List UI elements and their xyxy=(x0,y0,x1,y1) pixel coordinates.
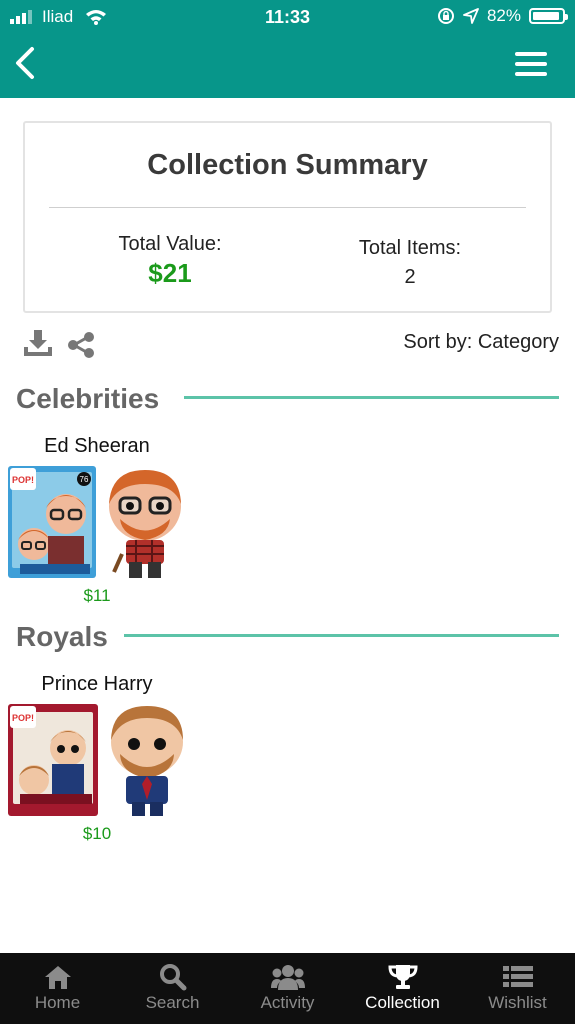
back-button[interactable] xyxy=(12,46,38,80)
category-divider xyxy=(124,634,559,637)
search-icon xyxy=(159,964,186,991)
menu-bar xyxy=(515,52,547,56)
tab-activity[interactable]: Activity xyxy=(230,953,345,1024)
svg-text:POP!: POP! xyxy=(12,713,34,723)
total-value: $21 xyxy=(148,258,192,288)
download-icon[interactable] xyxy=(23,329,53,357)
collection-item-ed-sheeran[interactable]: Ed Sheeran POP! 76 $11 xyxy=(8,435,186,606)
tab-wishlist[interactable]: Wishlist xyxy=(460,953,575,1024)
app-header: Iliad 11:33 82% xyxy=(0,0,575,98)
total-items-label: Total Items: xyxy=(358,237,462,259)
sort-by-control[interactable]: Sort by: Category xyxy=(403,331,559,354)
funko-box-and-figure-image: POP! xyxy=(8,704,183,816)
funko-box-and-figure-image: POP! 76 xyxy=(8,466,181,578)
collection-summary-card: Collection Summary Total Value: $21 Tota… xyxy=(23,121,552,313)
item-name: Prince Harry xyxy=(41,673,153,695)
item-price: $10 xyxy=(82,824,112,843)
tab-label: Collection xyxy=(365,993,440,1012)
tab-search[interactable]: Search xyxy=(115,953,230,1024)
item-images: POP! xyxy=(8,702,186,820)
category-heading-royals: Royals xyxy=(16,621,108,652)
battery-icon xyxy=(529,8,568,24)
box-number: 76 xyxy=(80,475,89,484)
svg-text:POP!: POP! xyxy=(12,475,34,485)
list-icon xyxy=(502,966,533,987)
divider xyxy=(49,207,526,208)
tab-label: Activity xyxy=(260,993,315,1012)
menu-bar xyxy=(515,72,547,76)
total-value-label: Total Value: xyxy=(118,233,222,255)
category-heading-celebrities: Celebrities xyxy=(16,383,160,414)
bottom-tab-bar: Home Search Activity Collection Wishlist xyxy=(0,953,575,1024)
home-icon xyxy=(44,966,71,989)
hamburger-menu-button[interactable] xyxy=(515,52,547,78)
tab-label: Home xyxy=(34,993,81,1012)
summary-title: Collection Summary xyxy=(147,149,428,181)
tab-collection[interactable]: Collection xyxy=(345,953,460,1024)
total-items-stat: Total Items: 2 xyxy=(335,237,485,289)
location-icon xyxy=(463,8,479,24)
battery-percent: 82% xyxy=(486,6,521,25)
status-right: 82% xyxy=(437,6,568,26)
people-icon xyxy=(270,965,305,990)
item-price: $11 xyxy=(83,586,111,605)
total-items: 2 xyxy=(404,266,416,288)
collection-item-prince-harry[interactable]: Prince Harry POP! $10 xyxy=(8,673,186,844)
item-images: POP! 76 xyxy=(8,464,186,582)
item-name: Ed Sheeran xyxy=(44,435,150,457)
tab-label: Wishlist xyxy=(488,993,547,1012)
tab-home[interactable]: Home xyxy=(0,953,115,1024)
share-icon[interactable] xyxy=(66,331,96,359)
trophy-icon xyxy=(387,965,418,989)
tab-label: Search xyxy=(145,993,200,1012)
rotation-lock-icon xyxy=(437,8,454,24)
menu-bar xyxy=(515,62,547,66)
category-divider xyxy=(184,396,559,399)
status-bar: Iliad 11:33 82% xyxy=(0,0,575,34)
total-value-stat: Total Value: $21 xyxy=(95,233,245,289)
